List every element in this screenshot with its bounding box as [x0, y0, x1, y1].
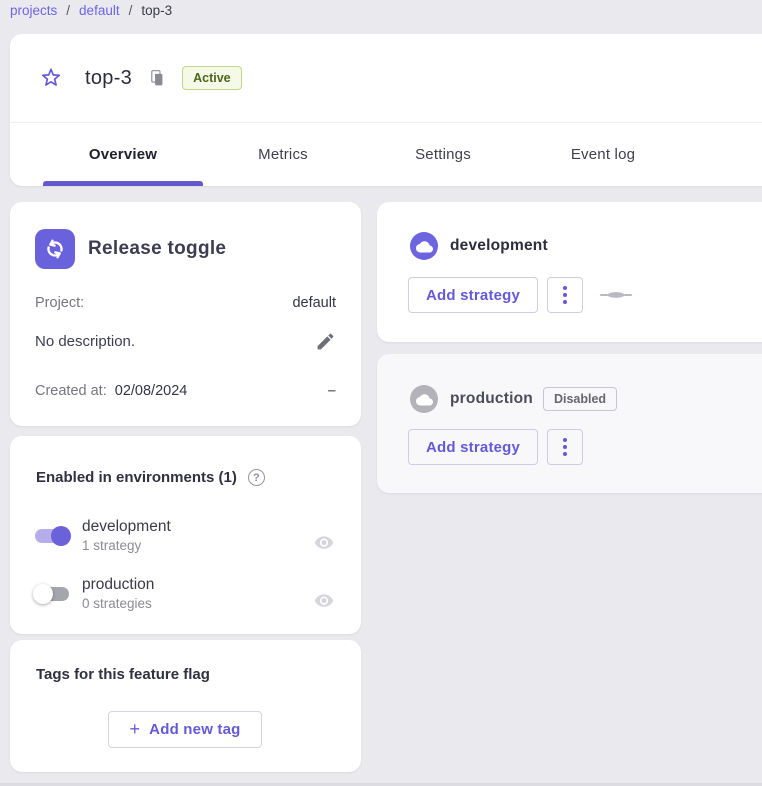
tab-event-log-label: Event log: [571, 146, 635, 163]
development-toggle[interactable]: [33, 526, 71, 546]
kebab-dot: [563, 445, 567, 449]
cloud-icon: [416, 393, 433, 406]
tab-metrics[interactable]: Metrics: [203, 123, 363, 186]
enabled-environments-title: Enabled in environments (1): [36, 469, 237, 486]
environment-row-development: development 1 strategy: [33, 515, 334, 559]
breadcrumb-link-projects[interactable]: projects: [10, 3, 57, 18]
kebab-dot: [563, 452, 567, 456]
edit-description-button[interactable]: [315, 331, 336, 352]
toggle-thumb: [51, 526, 71, 546]
status-badge: Active: [182, 66, 242, 90]
kebab-dot: [563, 438, 567, 442]
tags-card: Tags for this feature flag + Add new tag: [10, 640, 361, 772]
sync-arrows-icon: [43, 237, 67, 261]
environment-strategy-count: 0 strategies: [82, 596, 154, 611]
preview-environment-button[interactable]: [314, 527, 334, 559]
add-strategy-button[interactable]: Add strategy: [408, 277, 538, 313]
breadcrumb-separator: /: [129, 3, 133, 18]
production-toggle[interactable]: [33, 584, 71, 604]
breadcrumb: projects / default / top-3: [10, 3, 172, 18]
description-row: No description.: [35, 331, 336, 352]
kebab-dot: [563, 300, 567, 304]
strategy-lens-icon: [600, 290, 632, 300]
cloud-icon: [416, 240, 433, 253]
preview-environment-button[interactable]: [314, 585, 334, 617]
development-environment-icon: [410, 232, 438, 260]
tab-settings-label: Settings: [415, 146, 471, 163]
tab-overview[interactable]: Overview: [43, 123, 203, 186]
plus-icon: +: [129, 720, 140, 738]
production-environment-icon: [410, 385, 438, 413]
flag-type-title: Release toggle: [88, 238, 226, 260]
environment-strategy-count: 1 strategy: [82, 538, 171, 553]
created-row: Created at: 02/08/2024 –: [35, 382, 336, 399]
environment-name: production: [82, 576, 154, 594]
created-value: 02/08/2024: [115, 383, 188, 399]
tab-metrics-label: Metrics: [258, 146, 308, 163]
tab-bar: Overview Metrics Settings Event log: [10, 122, 762, 186]
eye-icon: [314, 536, 334, 551]
panel-environment-name: development: [450, 237, 548, 255]
production-strategy-panel: production Disabled Add strategy: [377, 354, 762, 493]
created-label: Created at:: [35, 383, 107, 399]
eye-icon: [314, 594, 334, 609]
kebab-dot: [563, 293, 567, 297]
more-actions-button[interactable]: [547, 429, 583, 465]
feature-title-row: top-3 Active: [10, 34, 762, 122]
lifecycle-dash: –: [328, 382, 336, 399]
help-icon[interactable]: ?: [248, 469, 265, 486]
tags-title: Tags for this feature flag: [36, 666, 210, 683]
release-toggle-icon: [35, 229, 75, 269]
development-strategy-panel: development Add strategy: [377, 202, 762, 342]
toggle-thumb: [33, 584, 53, 604]
disabled-badge: Disabled: [543, 387, 617, 411]
panel-environment-name: production: [450, 390, 533, 408]
tab-settings[interactable]: Settings: [363, 123, 523, 186]
enabled-environments-card: Enabled in environments (1) ? developmen…: [10, 436, 361, 634]
breadcrumb-current: top-3: [141, 3, 172, 18]
add-new-tag-label: Add new tag: [149, 721, 240, 738]
breadcrumb-link-default[interactable]: default: [79, 3, 120, 18]
more-actions-button[interactable]: [547, 277, 583, 313]
environment-row-production: production 0 strategies: [33, 573, 334, 617]
breadcrumb-separator: /: [66, 3, 70, 18]
project-label: Project:: [35, 295, 84, 311]
page-title: top-3: [85, 67, 132, 90]
copy-icon: [149, 69, 166, 87]
pencil-icon: [315, 331, 336, 352]
add-strategy-button[interactable]: Add strategy: [408, 429, 538, 465]
description-text: No description.: [35, 333, 135, 350]
tab-overview-label: Overview: [89, 146, 157, 163]
environment-name: development: [82, 518, 171, 536]
star-outline-icon: [40, 67, 62, 89]
tab-event-log[interactable]: Event log: [523, 123, 683, 186]
copy-name-button[interactable]: [148, 69, 166, 87]
project-row: Project: default: [35, 295, 336, 311]
add-new-tag-button[interactable]: + Add new tag: [108, 711, 262, 748]
project-value: default: [292, 295, 336, 311]
kebab-dot: [563, 286, 567, 290]
favorite-star-icon[interactable]: [40, 67, 62, 89]
flag-type-card: Release toggle Project: default No descr…: [10, 202, 361, 426]
feature-header-card: top-3 Active Overview Metrics Settings E…: [10, 34, 762, 186]
